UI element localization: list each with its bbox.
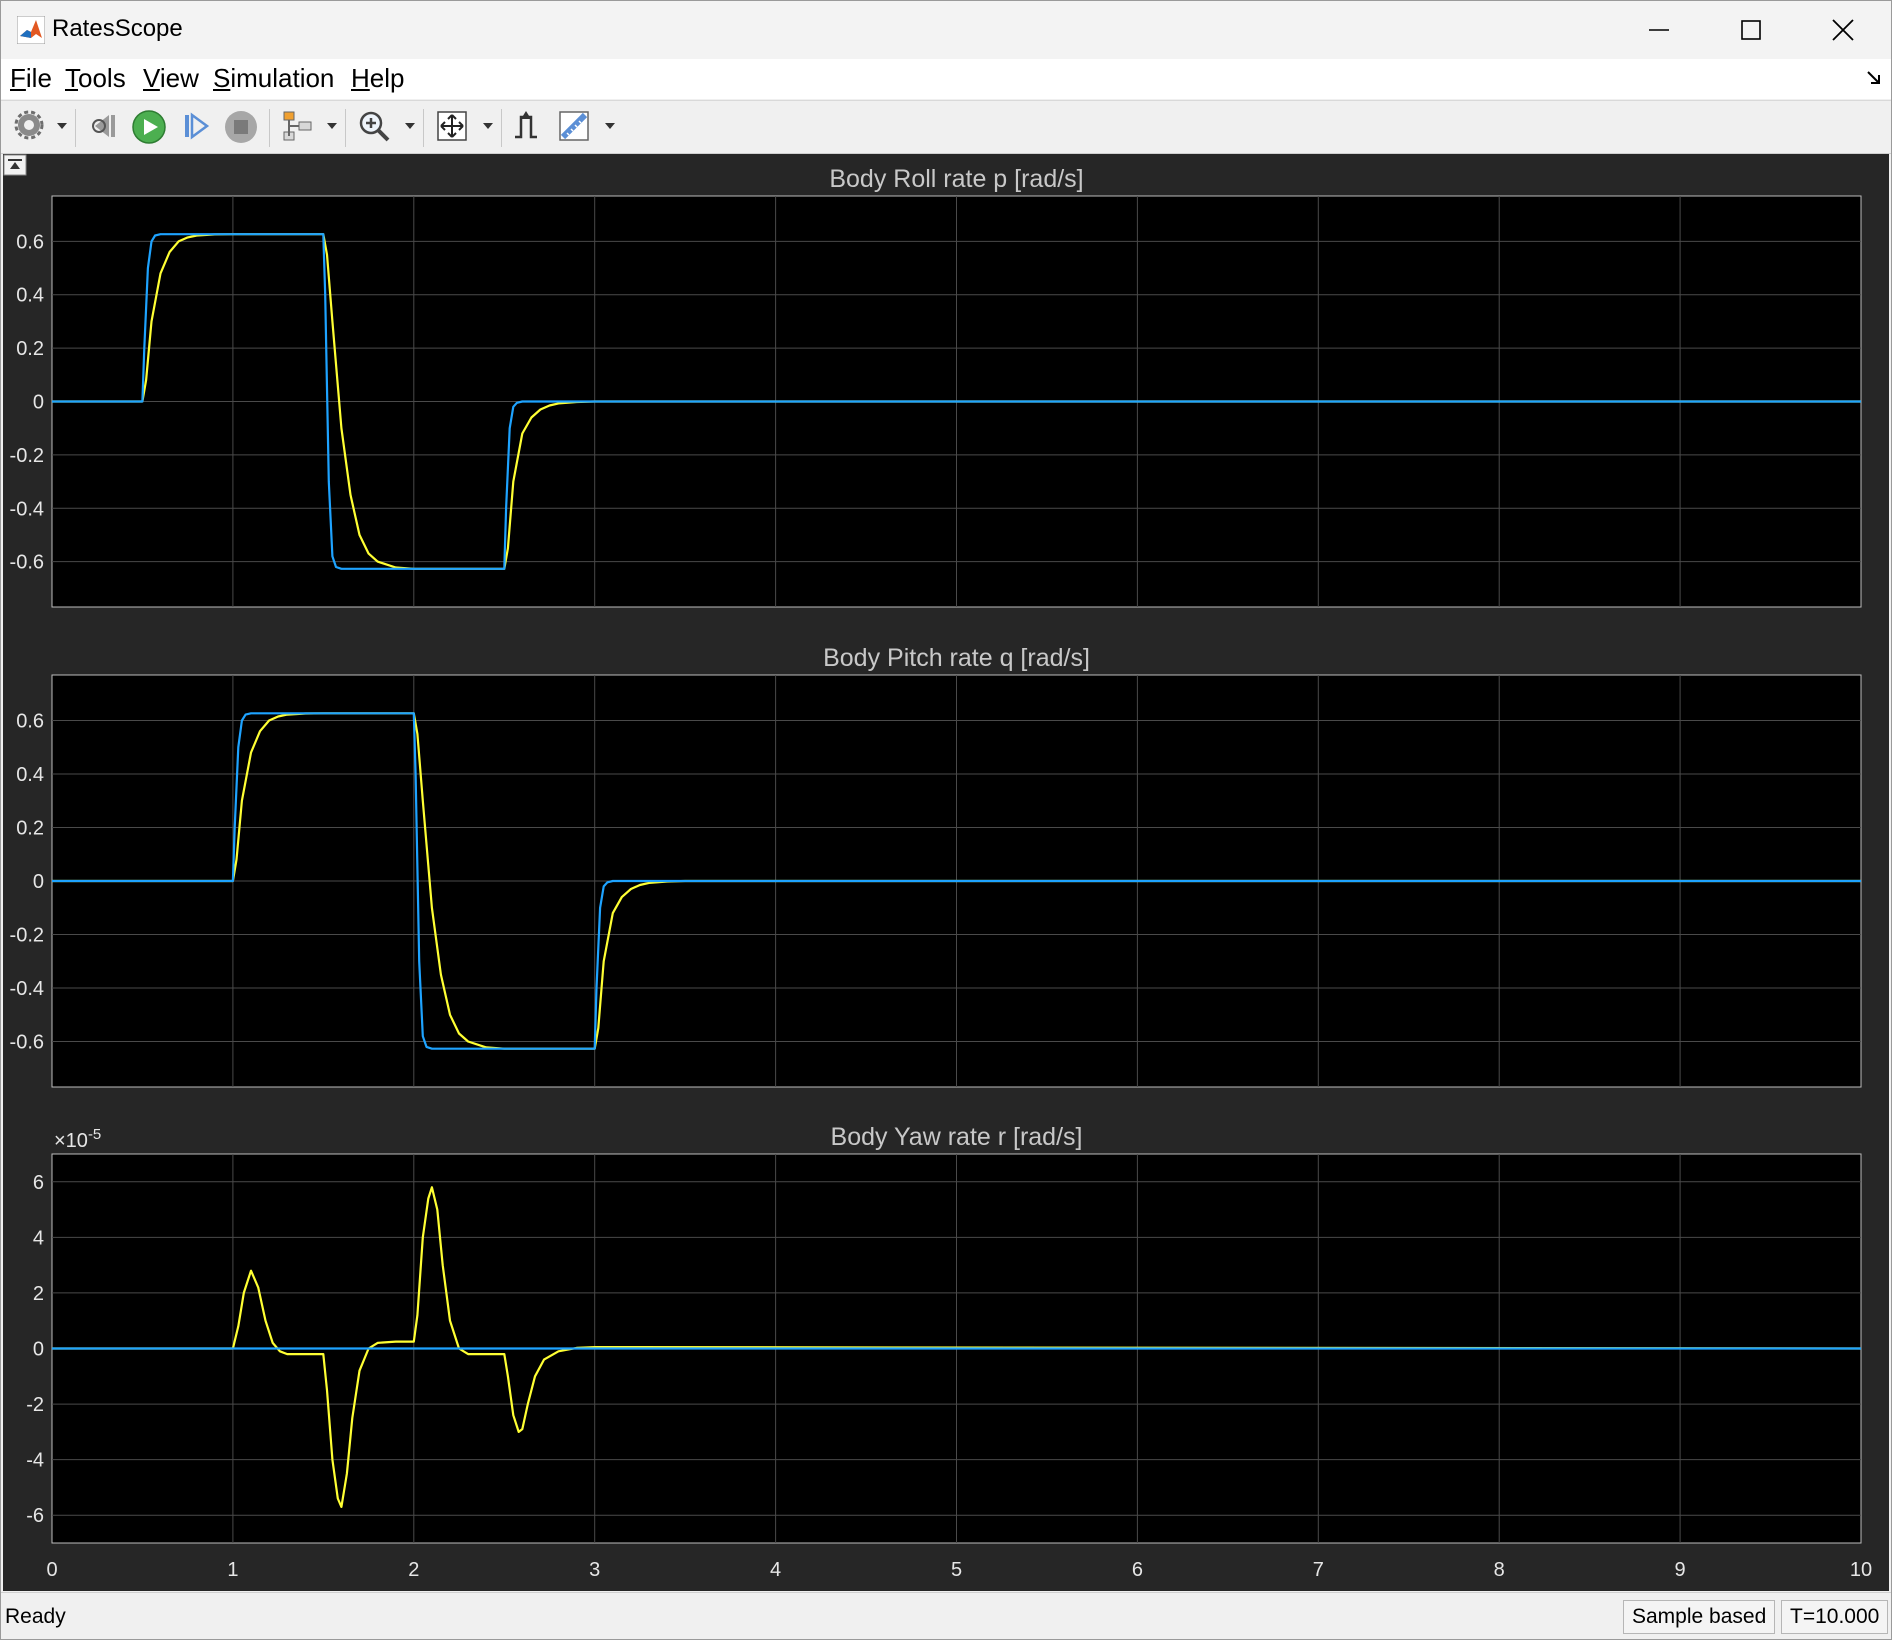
menu-bar: File Tools View Simulation Help — [1, 59, 1891, 99]
y-tick-label: -2 — [26, 1394, 44, 1416]
x-tick-label: 7 — [1313, 1559, 1324, 1581]
toolbar-separator — [345, 109, 346, 147]
status-bar: Ready Sample based T=10.000 — [1, 1592, 1891, 1639]
toolbar-separator — [423, 109, 424, 147]
menu-view[interactable]: View — [143, 63, 199, 94]
y-tick-label: 0 — [33, 1339, 44, 1361]
minimize-icon — [1649, 29, 1669, 31]
toolbar-separator — [269, 109, 270, 147]
y-tick-label: 4 — [33, 1227, 44, 1249]
y-tick-label: 0.6 — [16, 710, 44, 732]
step-back-icon[interactable] — [87, 109, 121, 143]
y-tick-label: 0.4 — [16, 285, 44, 307]
window-title: RatesScope — [52, 15, 183, 42]
settings-icon[interactable] — [13, 109, 45, 141]
y-tick-label: 0.2 — [16, 338, 44, 360]
maximize-icon — [1741, 20, 1761, 40]
menu-file[interactable]: File — [10, 63, 52, 94]
x-tick-label: 9 — [1675, 1559, 1686, 1581]
sample-mode-indicator: Sample based — [1623, 1600, 1776, 1634]
toolbar-separator — [75, 109, 76, 147]
axes-title: Body Yaw rate r [rad/s] — [831, 1123, 1083, 1151]
signal-select-dropdown-arrow-icon[interactable] — [327, 123, 337, 129]
autoscale-dropdown-arrow-icon[interactable] — [483, 123, 493, 129]
y-tick-label: -0.6 — [10, 1032, 44, 1054]
x-tick-label: 3 — [589, 1559, 600, 1581]
matlab-logo-icon — [17, 16, 45, 44]
y-tick-label: 0.6 — [16, 231, 44, 253]
scope-axes-1: -0.6 -0.4 -0.2 0 0.2 0.4 0.6 Body Roll rate p [… — [10, 165, 1862, 608]
title-bar[interactable]: RatesScope — [1, 1, 1891, 59]
y-tick-label: -0.2 — [10, 445, 44, 467]
x-tick-label: 10 — [1850, 1559, 1872, 1581]
undock-icon[interactable] — [1865, 69, 1883, 87]
minimize-button[interactable] — [1613, 1, 1705, 59]
y-tick-label: 0.4 — [16, 764, 44, 786]
y-tick-label: -0.2 — [10, 925, 44, 947]
y-tick-label: 6 — [33, 1172, 44, 1194]
y-tick-label: -4 — [26, 1450, 44, 1472]
x-tick-label: 0 — [46, 1559, 57, 1581]
x-tick-label: 1 — [227, 1559, 238, 1581]
toolbar — [1, 100, 1891, 154]
y-tick-label: 0 — [33, 392, 44, 414]
triggers-icon[interactable] — [509, 109, 543, 143]
axes-title: Body Roll rate p [rad/s] — [829, 165, 1083, 193]
simulation-time-indicator: T=10.000 — [1781, 1600, 1889, 1634]
menu-simulation[interactable]: Simulation — [213, 63, 334, 94]
axes-title: Body Pitch rate q [rad/s] — [823, 644, 1090, 672]
x-tick-label: 6 — [1132, 1559, 1143, 1581]
signal-select-icon[interactable] — [281, 109, 315, 143]
scope-axes-3: -6 -4 -2 0 2 4 6 Body Yaw rate r [rad/s] ×10-5 0 1… — [26, 1123, 1872, 1581]
y-tick-label: -0.4 — [10, 498, 44, 520]
zoom-dropdown-arrow-icon[interactable] — [405, 123, 415, 129]
zoom-in-icon[interactable] — [357, 109, 391, 143]
measurements-icon[interactable] — [557, 109, 591, 143]
y-tick-label: 2 — [33, 1283, 44, 1305]
toolbar-separator — [501, 109, 502, 147]
close-icon — [1832, 19, 1854, 41]
x-tick-label: 5 — [951, 1559, 962, 1581]
scope-axes-2: -0.6 -0.4 -0.2 0 0.2 0.4 0.6 Body Pitch rate q … — [10, 644, 1862, 1088]
y-exponent-label: ×10-5 — [54, 1126, 101, 1152]
x-tick-label: 2 — [408, 1559, 419, 1581]
x-tick-label: 4 — [770, 1559, 781, 1581]
autoscale-icon[interactable] — [435, 109, 469, 143]
settings-dropdown-arrow-icon[interactable] — [57, 123, 67, 129]
close-button[interactable] — [1797, 1, 1889, 59]
expand-toolstrip-icon[interactable] — [3, 154, 27, 176]
stop-icon[interactable] — [223, 109, 259, 145]
step-forward-icon[interactable] — [179, 109, 213, 143]
measurements-dropdown-arrow-icon[interactable] — [605, 123, 615, 129]
status-text: Ready — [5, 1605, 66, 1628]
y-tick-label: 0.2 — [16, 817, 44, 839]
y-tick-label: -6 — [26, 1505, 44, 1527]
menu-tools[interactable]: Tools — [65, 63, 126, 94]
y-tick-label: -0.4 — [10, 978, 44, 1000]
y-tick-label: -0.6 — [10, 552, 44, 574]
plots-canvas: -0.6 -0.4 -0.2 0 0.2 0.4 0.6 Body Roll rate p [… — [10, 165, 1873, 1581]
menu-help[interactable]: Help — [351, 63, 404, 94]
scope-window: RatesScope File Tools View Simulation He… — [0, 0, 1892, 1640]
y-tick-label: 0 — [33, 871, 44, 893]
maximize-button[interactable] — [1705, 1, 1797, 59]
run-icon[interactable] — [131, 109, 167, 145]
x-tick-label: 8 — [1494, 1559, 1505, 1581]
scope-display: -0.6 -0.4 -0.2 0 0.2 0.4 0.6 Body Roll rate p [… — [3, 154, 1889, 1591]
